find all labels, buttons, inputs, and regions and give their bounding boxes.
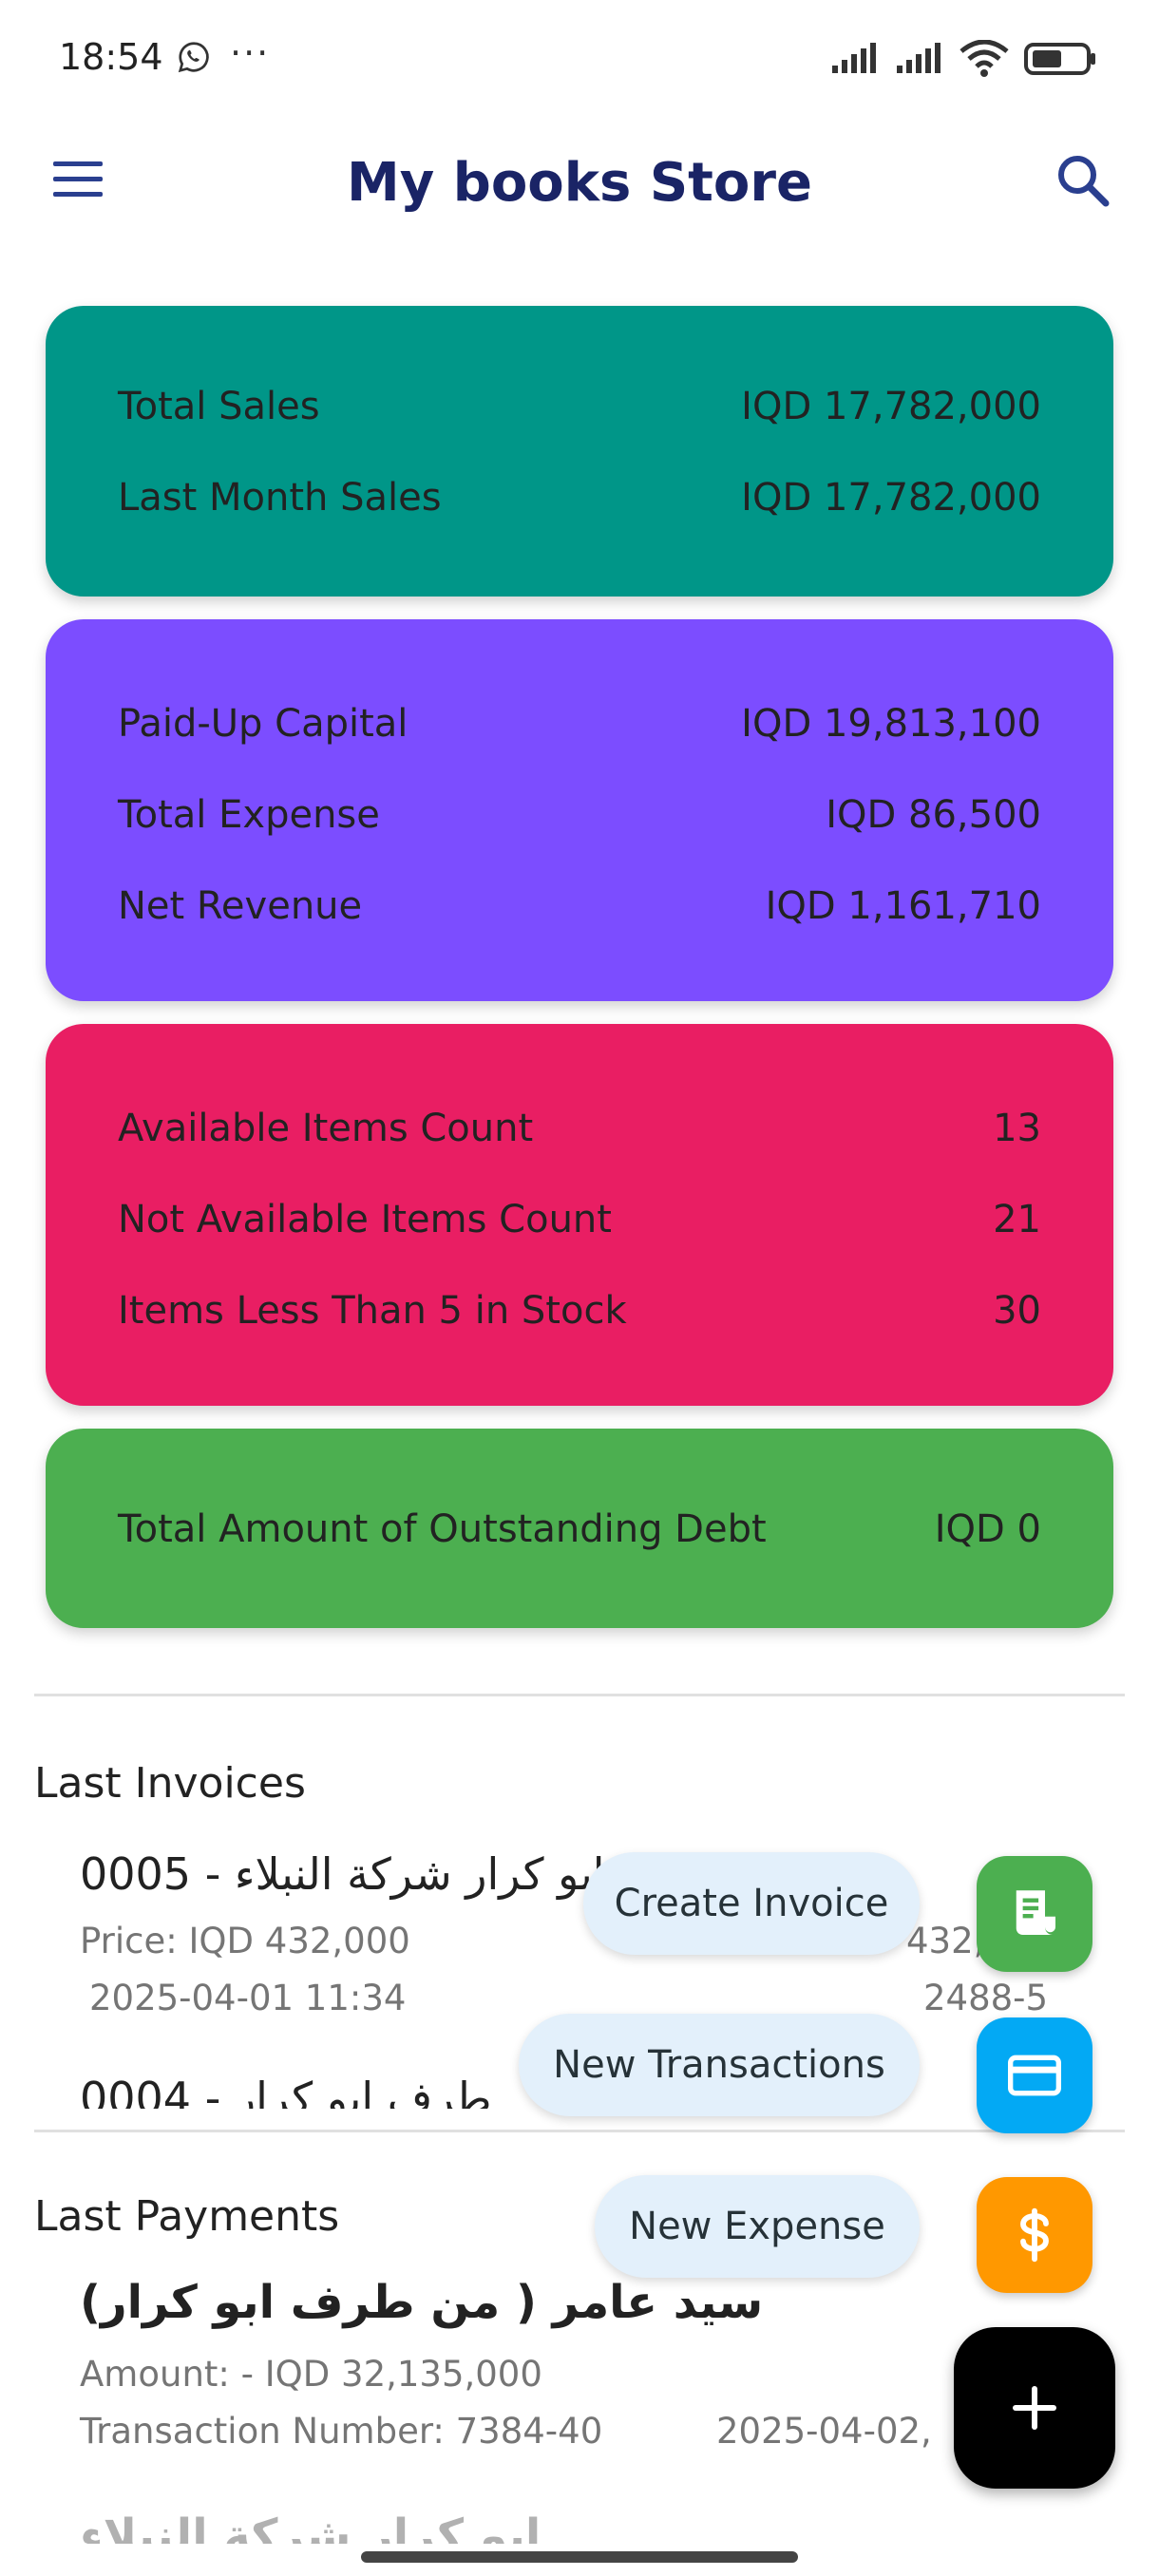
dollar-icon <box>1020 2207 1049 2263</box>
row-value: IQD 19,813,100 <box>741 702 1041 746</box>
net-revenue-row: Net Revenue IQD 1,161,710 <box>118 878 1041 935</box>
row-value: IQD 1,161,710 <box>765 884 1041 928</box>
paid-up-capital-row: Paid-Up Capital IQD 19,813,100 <box>118 695 1041 752</box>
status-bar: 18:54 ··· <box>0 0 1159 119</box>
debt-card: Total Amount of Outstanding Debt IQD 0 <box>46 1429 1113 1628</box>
search-icon[interactable] <box>1049 146 1117 215</box>
credit-card-icon <box>1008 2055 1061 2096</box>
battery-icon <box>1024 43 1095 75</box>
create-invoice-fab[interactable] <box>977 1856 1092 1972</box>
status-icons <box>830 40 1096 78</box>
payment-date: 2025-04-02, <box>716 2411 932 2452</box>
row-label: Not Available Items Count <box>118 1198 612 1241</box>
row-value: 30 <box>993 1289 1041 1333</box>
row-value: IQD 0 <box>934 1507 1041 1551</box>
row-label: Last Month Sales <box>118 476 442 520</box>
payment-name: سيد عامر ( من طرف ابو كرار) <box>80 2276 764 2329</box>
new-expense-button[interactable]: New Expense <box>595 2175 920 2278</box>
total-expense-row: Total Expense IQD 86,500 <box>118 786 1041 843</box>
invoice-number: 2488-5 <box>923 1978 1049 2018</box>
outstanding-debt-row: Total Amount of Outstanding Debt IQD 0 <box>118 1501 1041 1558</box>
sales-card: Total Sales IQD 17,782,000 Last Month Sa… <box>46 306 1113 597</box>
invoice-price: Price: IQD 432,000 <box>80 1921 410 1961</box>
low-stock-items-row: Items Less Than 5 in Stock 30 <box>118 1282 1041 1339</box>
invoice-price-right: 432, <box>906 1921 985 1961</box>
app-bar: My books Store <box>0 123 1159 237</box>
invoice-name: 0004 - طرف ابو كرار <box>80 2073 492 2109</box>
row-label: Total Sales <box>118 385 320 428</box>
row-value: IQD 17,782,000 <box>741 385 1041 428</box>
payment-name: ابو كرار شركة النبلاء <box>80 2510 542 2544</box>
more-notifications: ··· <box>230 32 271 74</box>
row-label: Net Revenue <box>118 884 363 928</box>
row-label: Paid-Up Capital <box>118 702 408 746</box>
home-indicator[interactable] <box>361 2551 798 2563</box>
new-transactions-fab[interactable] <box>977 2017 1092 2133</box>
divider <box>34 1694 1125 1696</box>
items-card: Available Items Count 13 Not Available I… <box>46 1024 1113 1406</box>
not-available-items-row: Not Available Items Count 21 <box>118 1191 1041 1248</box>
signal-icon <box>897 43 940 73</box>
payment-amount: Amount: - IQD 32,135,000 <box>80 2354 542 2395</box>
row-value: 21 <box>993 1198 1041 1241</box>
invoice-name: 0005 - ابو كرار شركة النبلاء <box>80 1848 605 1900</box>
last-invoices-title: Last Invoices <box>34 1759 306 1808</box>
whatsapp-icon <box>178 42 209 73</box>
last-payments-title: Last Payments <box>34 2192 340 2241</box>
signal-icon <box>832 43 876 73</box>
main-fab[interactable] <box>954 2327 1115 2489</box>
plus-icon <box>1013 2386 1056 2430</box>
receipt-icon <box>1016 1890 1055 1935</box>
wifi-icon <box>960 40 1009 77</box>
row-label: Items Less Than 5 in Stock <box>118 1289 627 1333</box>
row-label: Available Items Count <box>118 1107 534 1150</box>
row-value: IQD 17,782,000 <box>741 476 1041 520</box>
row-value: IQD 86,500 <box>826 793 1041 837</box>
row-label: Total Amount of Outstanding Debt <box>118 1507 767 1551</box>
row-value: 13 <box>993 1107 1041 1150</box>
payment-transaction-number: Transaction Number: 7384-40 <box>80 2411 603 2452</box>
capital-card: Paid-Up Capital IQD 19,813,100 Total Exp… <box>46 619 1113 1001</box>
invoice-datetime: 2025-04-01 11:34 <box>89 1978 407 2018</box>
divider <box>34 2130 1125 2132</box>
total-sales-row: Total Sales IQD 17,782,000 <box>118 378 1041 435</box>
last-month-sales-row: Last Month Sales IQD 17,782,000 <box>118 469 1041 526</box>
new-expense-fab[interactable] <box>977 2177 1092 2293</box>
new-transactions-button[interactable]: New Transactions <box>519 2014 920 2116</box>
page-title: My books Store <box>347 152 812 214</box>
create-invoice-button[interactable]: Create Invoice <box>583 1852 920 1955</box>
row-label: Total Expense <box>118 793 380 837</box>
status-time: 18:54 <box>59 36 163 78</box>
available-items-row: Available Items Count 13 <box>118 1100 1041 1157</box>
